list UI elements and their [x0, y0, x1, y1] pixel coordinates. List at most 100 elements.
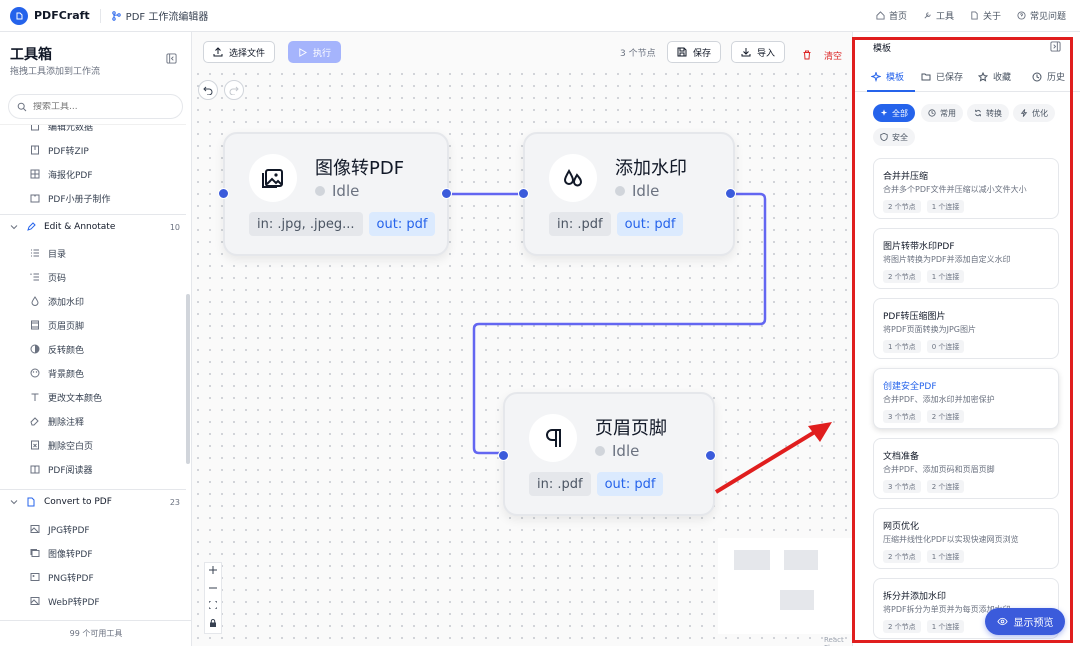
panel-collapse-icon[interactable] [1050, 41, 1061, 55]
output-handle[interactable] [705, 450, 716, 461]
poster-icon [30, 169, 40, 179]
search-input[interactable] [33, 101, 163, 112]
folder-icon [921, 72, 931, 82]
nav-about[interactable]: 关于 [970, 9, 1001, 22]
divider [0, 214, 186, 215]
workflow-canvas[interactable]: 选择文件 执行 3 个节点 保存 导入 清空 图像转PDF Idle in: .… [192, 32, 852, 646]
template-title: 拆分并添加水印 [883, 592, 947, 602]
link-count-badge: 2 个连接 [926, 480, 965, 493]
category-label: Convert to PDF [44, 497, 112, 507]
react-flow-attribution[interactable]: React Flow [824, 636, 852, 646]
status-dot [315, 186, 325, 196]
chevron-down-icon [10, 223, 18, 231]
tool-item-remove-annotations[interactable]: 删除注释 [30, 413, 84, 429]
tool-item-metadata[interactable]: 编辑元数据 [30, 125, 93, 134]
play-icon [298, 47, 307, 57]
status-dot [615, 186, 625, 196]
input-handle[interactable] [498, 450, 509, 461]
palette-icon [30, 368, 40, 378]
tool-item-page-numbers[interactable]: 页码 [30, 269, 66, 285]
category-edit-annotate[interactable]: Edit & Annotate 10 [10, 219, 180, 235]
link-count-badge: 0 个连接 [926, 340, 965, 353]
workflow-node[interactable]: 页眉页脚 Idle in: .pdf out: pdf [498, 392, 716, 516]
panel-title: 模板 [873, 44, 892, 54]
template-card[interactable]: 合并并压缩 合并多个PDF文件并压缩以减小文件大小 2 个节点 1 个连接 [873, 158, 1059, 219]
input-types: in: .pdf [549, 212, 611, 236]
filter-security[interactable]: 安全 [873, 128, 915, 146]
undo-button[interactable] [198, 80, 218, 100]
template-card[interactable]: PDF转压缩图片 将PDF页面转换为JPG图片 1 个节点 0 个连接 [873, 298, 1059, 359]
filter-convert[interactable]: 转换 [967, 104, 1009, 122]
tool-item-watermark[interactable]: 添加水印 [30, 293, 84, 309]
sidebar-scrollbar[interactable] [186, 294, 190, 464]
template-title: 图片转带水印PDF [883, 242, 955, 252]
available-tools-count: 99 个可用工具 [0, 620, 191, 646]
template-card[interactable]: 网页优化 压缩并线性化PDF以实现快速网页浏览 2 个节点 1 个连接 [873, 508, 1059, 569]
tab-favorites[interactable]: 收藏 [978, 70, 1011, 83]
tool-item-jpg-to-pdf[interactable]: JPG转PDF [30, 521, 90, 537]
template-title: 合并并压缩 [883, 172, 929, 182]
tab-saved[interactable]: 已保存 [921, 70, 963, 83]
fit-view-icon[interactable] [208, 600, 218, 612]
input-handle[interactable] [518, 188, 529, 199]
minimap-node [734, 550, 770, 570]
tool-item-poster[interactable]: 海报化PDF [30, 166, 93, 182]
images-icon [30, 548, 40, 558]
filter-common[interactable]: 常用 [921, 104, 963, 122]
category-convert-to-pdf[interactable]: Convert to PDF 23 [10, 494, 180, 510]
app-logo-icon[interactable] [10, 6, 28, 25]
output-types: out: pdf [596, 472, 664, 496]
tool-search[interactable] [8, 94, 183, 119]
save-button[interactable]: 保存 [667, 41, 722, 63]
book-icon [30, 464, 40, 474]
filter-all[interactable]: 全部 [873, 104, 915, 122]
workflow-node[interactable]: 图像转PDF Idle in: .jpg, .jpeg... out: pdf [218, 132, 452, 256]
output-handle[interactable] [441, 188, 452, 199]
filter-label: 优化 [1032, 108, 1048, 118]
template-description: 将PDF页面转换为JPG图片 [883, 325, 976, 334]
tool-item-image-to-pdf[interactable]: 图像转PDF [30, 545, 93, 561]
redo-button[interactable] [224, 80, 244, 100]
output-types: out: pdf [616, 212, 684, 236]
show-preview-button[interactable]: 显示预览 [985, 608, 1065, 635]
tab-templates[interactable]: 模板 [871, 70, 904, 83]
tool-item-png-to-pdf[interactable]: PNG转PDF [30, 569, 94, 585]
node-ports: in: .pdf out: pdf [529, 472, 664, 496]
tool-item-pdf-reader[interactable]: PDF阅读器 [30, 461, 93, 477]
nav-faq[interactable]: 常见问题 [1017, 9, 1066, 22]
template-card[interactable]: 图片转带水印PDF 将图片转换为PDF并添加自定义水印 2 个节点 1 个连接 [873, 228, 1059, 289]
filter-optimize[interactable]: 优化 [1013, 104, 1055, 122]
upload-icon [213, 47, 223, 57]
node-title: 页眉页脚 [595, 418, 667, 439]
nav-tools[interactable]: 工具 [923, 9, 954, 22]
template-card[interactable]: 文档准备 合并PDF、添加页码和页眉页脚 3 个节点 2 个连接 [873, 438, 1059, 499]
tool-item-background-color[interactable]: 背景颜色 [30, 365, 84, 381]
run-label: 执行 [313, 48, 332, 59]
tool-item-remove-blank-pages[interactable]: 删除空白页 [30, 437, 93, 453]
select-file-button[interactable]: 选择文件 [203, 41, 276, 63]
filter-label: 安全 [892, 132, 908, 142]
tool-item-invert-colors[interactable]: 反转颜色 [30, 341, 84, 357]
tool-item-toc[interactable]: 目录 [30, 245, 66, 261]
tool-item-text-color[interactable]: 更改文本颜色 [30, 389, 102, 405]
nav-home[interactable]: 首页 [876, 9, 907, 22]
tool-item-header-footer[interactable]: 页眉页脚 [30, 317, 84, 333]
brand-name[interactable]: PDFCraft [34, 9, 90, 22]
template-card[interactable]: 创建安全PDF 合并PDF、添加水印并加密保护 3 个节点 2 个连接 [873, 368, 1059, 429]
wrench-icon [923, 11, 932, 20]
sidebar-collapse-icon[interactable] [166, 53, 178, 65]
clear-button[interactable]: 清空 [802, 44, 842, 66]
input-handle[interactable] [218, 188, 229, 199]
import-button[interactable]: 导入 [731, 41, 786, 63]
workflow-node[interactable]: 添加水印 Idle in: .pdf out: pdf [518, 132, 736, 256]
tool-item-booklet[interactable]: PDF小册子制作 [30, 190, 111, 206]
zoom-out-icon[interactable] [209, 584, 217, 595]
tool-item-webp-to-pdf[interactable]: WebP转PDF [30, 593, 100, 609]
output-handle[interactable] [725, 188, 736, 199]
run-button[interactable]: 执行 [288, 41, 342, 63]
zoom-in-icon[interactable] [209, 566, 217, 577]
minimap[interactable] [718, 538, 852, 634]
tool-item-pdf-zip[interactable]: PDF转ZIP [30, 142, 89, 158]
lock-icon[interactable] [209, 618, 217, 630]
tab-history[interactable]: 历史 [1032, 70, 1065, 83]
